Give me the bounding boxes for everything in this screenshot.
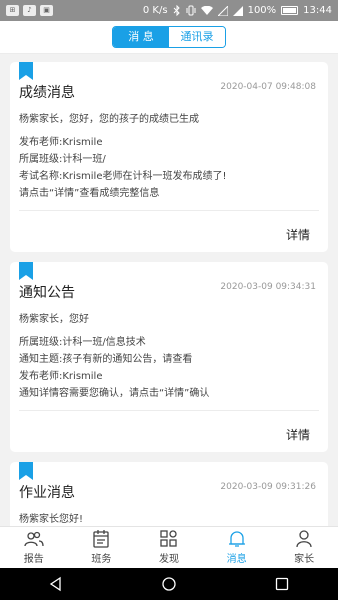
message-card-grades[interactable]: 成绩消息 2020-04-07 09:48:08 杨紫家长，您好，您的孩子的成绩… (10, 62, 328, 252)
tab-messages-nav[interactable]: 消息 (203, 527, 271, 568)
tab-report[interactable]: 报告 (0, 527, 68, 568)
bookmark-icon (19, 462, 33, 480)
tab-label: 家长 (294, 554, 315, 565)
card-line: 发布老师:Krismile (19, 137, 103, 148)
home-icon[interactable] (161, 576, 177, 592)
page-header: 消 息 通讯录 (0, 21, 338, 54)
card-line: 通知详情容需要您确认，请点击“详情”确认 (19, 388, 210, 399)
card-title: 作业消息 (19, 485, 75, 501)
card-line: 通知主题:孩子有新的通知公告，请查看 (19, 354, 193, 365)
back-icon[interactable] (48, 576, 64, 592)
tab-label: 报告 (23, 554, 44, 565)
detail-button[interactable]: 详情 (286, 426, 310, 443)
message-card-homework[interactable]: 作业消息 2020-03-09 09:31:26 杨紫家长您好! (10, 462, 328, 526)
tab-label: 消息 (226, 554, 247, 565)
status-app-icons: ⊞ ♪ ▣ (6, 5, 53, 16)
tab-parent[interactable]: 家长 (270, 527, 338, 568)
calendar-icon (93, 530, 110, 548)
signal-icon (232, 5, 243, 16)
card-line: 所属班级:计科一班/ (19, 154, 106, 165)
card-line: 所属班级:计科一班/信息技术 (19, 337, 146, 348)
system-nav-bar (0, 568, 338, 600)
card-divider (19, 210, 319, 211)
card-info: 所属班级:计科一班/信息技术 通知主题:孩子有新的通知公告，请查看 发布老师:K… (19, 334, 209, 402)
card-title: 成绩消息 (19, 85, 75, 101)
card-greeting: 杨紫家长，您好，您的孩子的成绩已生成 (19, 114, 199, 125)
net-speed: 0 K/s (142, 5, 168, 16)
tiktok-notification-icon: ♪ (23, 5, 36, 16)
tab-messages[interactable]: 消 息 (113, 27, 169, 47)
bookmark-icon (19, 262, 33, 280)
tab-discover[interactable]: 发现 (135, 527, 203, 568)
segmented-control: 消 息 通讯录 (112, 26, 226, 48)
vibrate-icon (186, 5, 196, 16)
bell-icon (228, 531, 245, 547)
recents-icon[interactable] (274, 576, 290, 592)
card-line: 考试名称:Krismile老师在计科一班发布成绩了! (19, 171, 227, 182)
tab-contacts[interactable]: 通讯录 (169, 27, 225, 47)
message-card-notice[interactable]: 通知公告 2020-03-09 09:34:31 杨紫家长，您好 所属班级:计科… (10, 262, 328, 452)
bookmark-icon (19, 62, 33, 80)
grid-icon (160, 530, 177, 547)
people-icon (24, 531, 44, 547)
card-time: 2020-03-09 09:31:26 (220, 482, 316, 492)
wifi-icon (200, 5, 213, 15)
card-time: 2020-04-07 09:48:08 (220, 82, 316, 92)
sim-no-signal-icon (217, 5, 228, 16)
card-divider (19, 410, 319, 411)
tab-class-affairs[interactable]: 班务 (68, 527, 136, 568)
tab-label: 发现 (158, 554, 179, 565)
card-line: 发布老师:Krismile (19, 371, 103, 382)
message-feed[interactable]: 成绩消息 2020-04-07 09:48:08 杨紫家长，您好，您的孩子的成绩… (0, 54, 338, 526)
bluetooth-icon (173, 5, 180, 16)
tab-label: 班务 (91, 554, 112, 565)
card-line: 请点击“详情”查看成绩完整信息 (19, 188, 160, 199)
app-notification-icon: ⊞ (6, 5, 19, 16)
battery-percent: 100% (247, 5, 277, 16)
battery-icon (281, 6, 299, 15)
card-title: 通知公告 (19, 285, 75, 301)
photo-notification-icon: ▣ (40, 5, 53, 16)
bottom-tab-bar: 报告 班务 发现 消息 家长 (0, 526, 338, 568)
card-greeting: 杨紫家长，您好 (19, 314, 89, 325)
status-bar: ⊞ ♪ ▣ 0 K/s 100% 13:44 (0, 0, 338, 21)
card-greeting: 杨紫家长您好! (19, 514, 84, 525)
card-time: 2020-03-09 09:34:31 (220, 282, 316, 292)
detail-button[interactable]: 详情 (286, 226, 310, 243)
clock: 13:44 (303, 5, 332, 16)
card-info: 发布老师:Krismile 所属班级:计科一班/ 考试名称:Krismile老师… (19, 134, 227, 202)
person-icon (296, 530, 312, 548)
